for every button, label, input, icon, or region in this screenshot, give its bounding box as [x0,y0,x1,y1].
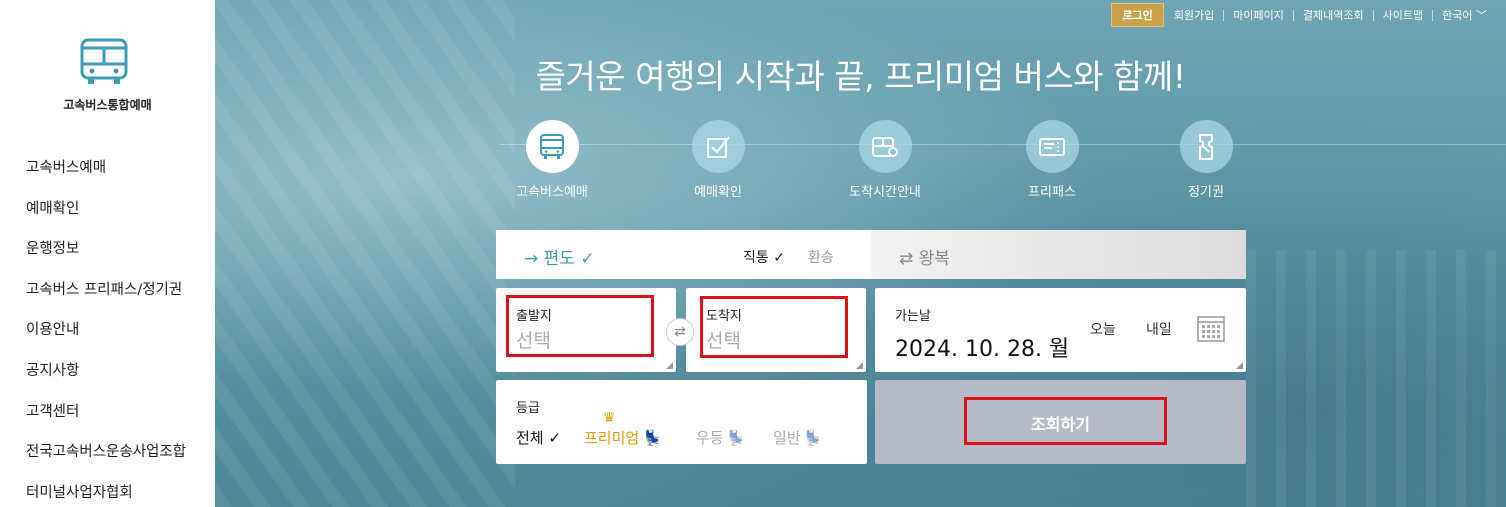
sitemap-link[interactable]: 사이트맵 [1372,9,1432,21]
grade-field: 등급 ♛ 전체 ✓ 프리미엄 💺 우등 💺 일반 💺 [496,380,867,464]
swap-button[interactable]: ⇄ [666,318,694,346]
date-label: 가는날 [895,309,931,324]
corner-marker [856,362,863,369]
pass-icon [1039,137,1065,156]
grade-option-standard[interactable]: 일반 💺 [773,427,822,448]
sidebar-item-operation-info[interactable]: 운행정보 [26,239,186,280]
tomorrow-button[interactable]: 내일 [1146,319,1172,339]
oneway-label: → 편도 ✓ [524,249,595,269]
sidebar-item-usage-guide[interactable]: 이용안내 [26,320,186,361]
service-label: 프리패스 [1028,185,1076,200]
today-button[interactable]: 오늘 [1090,319,1116,339]
calendar-icon[interactable] [1197,315,1225,343]
arrival-label: 도착지 [706,309,742,324]
sidebar-item-notices[interactable]: 공지사항 [26,361,186,402]
side-menu: 고속버스예매 예매확인 운행정보 고속버스 프리패스/정기권 이용안내 공지사항… [26,158,186,507]
date-value: 2024. 10. 28. 월 [895,337,1070,362]
sidebar-item-bus-union[interactable]: 전국고속버스운송사업조합 [26,442,186,483]
trip-type-bar: → 편도 ✓ 직통 ✓ 환승 ⇄ 왕복 [496,230,1246,279]
sidebar-item-customer-center[interactable]: 고객센터 [26,402,186,443]
service-circle [858,120,912,173]
service-label: 도착시간안내 [849,185,921,200]
service-circle [525,120,579,173]
bus-icon [540,133,564,159]
grade-label: 등급 [516,401,540,416]
service-label: 예매확인 [694,185,742,200]
grade-excellent-label: 우등 [696,429,724,447]
mypage-link[interactable]: 마이페이지 [1223,9,1293,21]
language-label: 한국어 [1442,8,1473,22]
sidebar-item-booking-check[interactable]: 예매확인 [26,199,186,240]
crown-icon: ♛ [603,410,616,426]
search-button[interactable]: 조회하기 [875,380,1246,464]
service-label: 고속버스예매 [516,185,588,200]
seat-icon: 💺 [726,428,746,447]
service-season-ticket[interactable]: 정기권 [1146,120,1266,200]
sidebar-item-express-booking[interactable]: 고속버스예매 [26,158,186,199]
sidebar-item-freepass[interactable]: 고속버스 프리패스/정기권 [26,280,186,321]
bus-logo-icon[interactable] [78,38,130,86]
service-circle [1025,120,1079,173]
payment-history-link[interactable]: 결제내역조회 [1292,9,1373,21]
grade-option-excellent[interactable]: 우등 💺 [696,427,745,448]
tab-roundtrip[interactable]: ⇄ 왕복 [871,230,1246,279]
corner-marker [666,362,673,369]
direct-option[interactable]: 직통 ✓ [743,247,785,267]
checkbox-icon [707,135,730,158]
service-circle [691,120,745,173]
top-nav: 로그인 회원가입 마이페이지 결제내역조회 사이트맵 한국어 ﹀ [1111,3,1496,27]
seat-icon: 💺 [803,428,823,447]
roundtrip-label: ⇄ 왕복 [899,249,950,269]
corner-marker [1236,362,1243,369]
service-express-booking[interactable]: 고속버스예매 [492,120,612,200]
transfer-option[interactable]: 환승 [808,247,834,267]
season-ticket-icon [1199,133,1213,160]
tab-oneway[interactable]: → 편도 ✓ 직통 ✓ 환승 [496,230,871,279]
service-arrival-time[interactable]: 도착시간안내 [825,120,945,200]
language-select[interactable]: 한국어 ﹀ [1432,8,1496,22]
departure-value: 선택 [516,330,551,352]
login-button[interactable]: 로그인 [1111,3,1164,27]
grade-option-premium[interactable]: 프리미엄 💺 [584,427,662,448]
grade-option-all[interactable]: 전체 ✓ [516,427,561,448]
date-field[interactable]: 가는날 2024. 10. 28. 월 오늘 내일 [875,288,1246,372]
seat-icon: 💺 [643,428,662,447]
arrival-time-icon [872,136,898,157]
departure-field[interactable]: 출발지 선택 [496,288,676,372]
sidebar: 고속버스통합예매 고속버스예매 예매확인 운행정보 고속버스 프리패스/정기권 … [0,0,215,507]
sidebar-item-terminal-association[interactable]: 터미널사업자협회 [26,483,186,507]
service-freepass[interactable]: 프리패스 [992,120,1112,200]
service-circle [1179,120,1233,173]
service-label: 정기권 [1188,185,1224,200]
search-label: 조회하기 [1031,415,1090,434]
signup-link[interactable]: 회원가입 [1174,10,1223,21]
arrival-field[interactable]: 도착지 선택 [686,288,866,372]
arrival-value: 선택 [706,330,741,352]
grade-premium-label: 프리미엄 [584,429,640,447]
grade-standard-label: 일반 [773,429,801,447]
departure-label: 출발지 [516,309,552,324]
service-booking-check[interactable]: 예매확인 [658,120,778,200]
swap-icon: ⇄ [674,324,686,340]
logo-text: 고속버스통합예매 [63,98,152,112]
bus-decoration [1246,250,1506,507]
headline: 즐거운 여행의 시작과 끝, 프리미엄 버스와 함께! [535,57,1187,96]
chevron-down-icon: ﹀ [1476,8,1487,22]
